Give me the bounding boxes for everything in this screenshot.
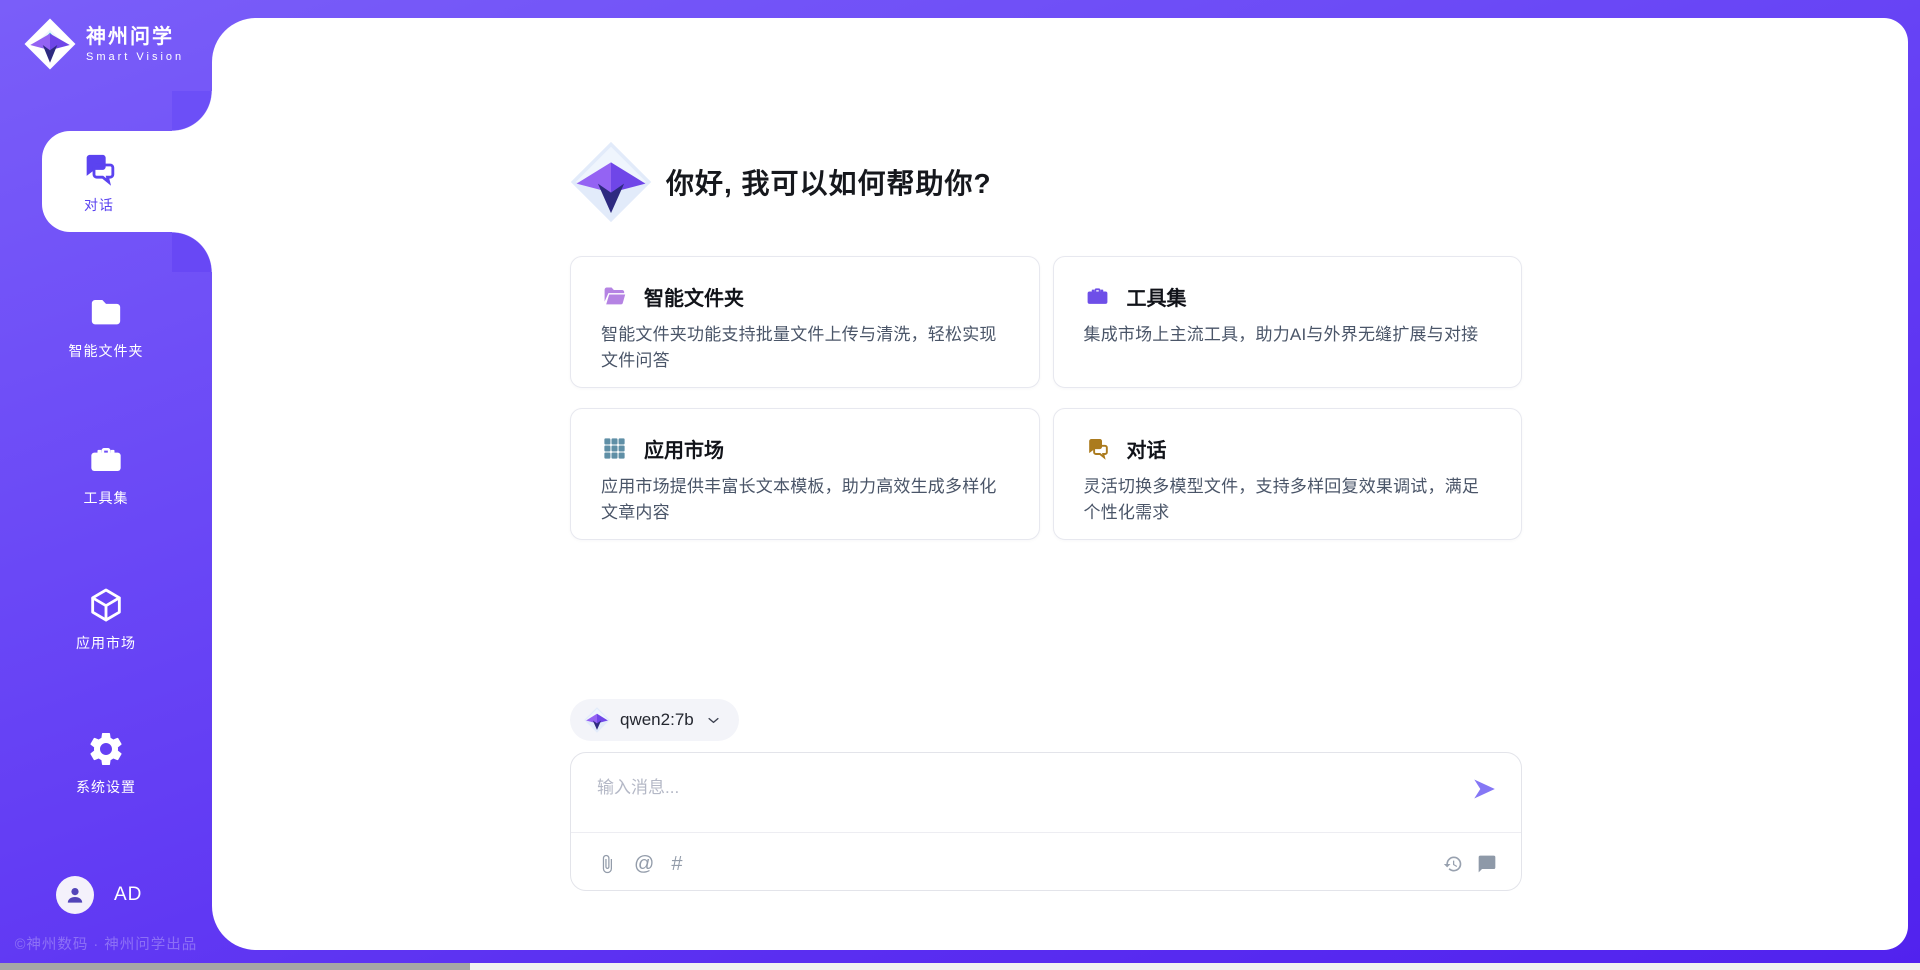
card-app-market[interactable]: 应用市场 应用市场提供丰富长文本模板，助力高效生成多样化文章内容 xyxy=(570,408,1040,540)
model-logo-icon xyxy=(584,707,610,733)
card-description: 集成市场上主流工具，助力AI与外界无缝扩展与对接 xyxy=(1084,322,1492,348)
sidebar-item-settings[interactable]: 系统设置 xyxy=(6,729,206,797)
avatar[interactable] xyxy=(56,876,94,914)
chat-bubbles-icon xyxy=(79,149,119,189)
model-name: qwen2:7b xyxy=(620,710,694,730)
sidebar-item-folders[interactable]: 智能文件夹 xyxy=(6,293,206,361)
sidebar-item-label: 智能文件夹 xyxy=(69,341,144,361)
sidebar-item-app-market[interactable]: 应用市场 xyxy=(6,585,206,653)
card-title: 工具集 xyxy=(1127,282,1187,311)
composer-section: qwen2:7b @ # xyxy=(570,699,1522,891)
sidebar-item-label: 对话 xyxy=(84,195,114,215)
message-input[interactable] xyxy=(597,773,1451,825)
cube-icon xyxy=(86,585,126,625)
at-icon[interactable]: @ xyxy=(634,854,654,874)
horizontal-scrollbar[interactable] xyxy=(0,963,1920,970)
input-divider xyxy=(571,832,1521,833)
sidebar-item-label: 工具集 xyxy=(84,488,129,508)
send-icon[interactable] xyxy=(1471,776,1497,802)
sidebar-item-label: 应用市场 xyxy=(76,633,136,653)
tab-notch-bottom xyxy=(172,232,212,272)
card-title: 智能文件夹 xyxy=(644,282,744,311)
chevron-down-icon xyxy=(706,713,721,728)
folder-icon xyxy=(86,293,126,333)
brand-diamond-logo xyxy=(570,141,652,223)
card-title: 应用市场 xyxy=(644,434,724,463)
chat-bubbles-icon xyxy=(1084,435,1111,462)
sidebar-item-chat-active[interactable]: 对话 xyxy=(42,131,214,232)
brand-diamond-icon xyxy=(24,18,76,70)
greeting-title: 你好, 我可以如何帮助你? xyxy=(666,162,992,202)
briefcase-icon xyxy=(1084,283,1111,310)
feature-cards: 智能文件夹 智能文件夹功能支持批量文件上传与清洗，轻松实现文件问答 工具集 集成… xyxy=(570,256,1522,540)
card-description: 应用市场提供丰富长文本模板，助力高效生成多样化文章内容 xyxy=(601,474,1009,525)
card-smart-folder[interactable]: 智能文件夹 智能文件夹功能支持批量文件上传与清洗，轻松实现文件问答 xyxy=(570,256,1040,388)
user-initials: AD xyxy=(114,884,142,906)
folder-open-icon xyxy=(601,283,628,310)
briefcase-icon xyxy=(86,440,126,480)
card-description: 灵活切换多模型文件，支持多样回复效果调试，满足个性化需求 xyxy=(1084,474,1492,525)
hash-icon[interactable]: # xyxy=(671,854,682,874)
person-icon xyxy=(63,883,87,907)
greeting-section: 你好, 我可以如何帮助你? xyxy=(570,18,1522,223)
paperclip-icon[interactable] xyxy=(597,854,617,874)
card-toolset[interactable]: 工具集 集成市场上主流工具，助力AI与外界无缝扩展与对接 xyxy=(1053,256,1523,388)
sidebar-footer: ©神州数码 · 神州问学出品 xyxy=(0,933,212,954)
app-title: 神州问学 xyxy=(86,26,184,48)
card-chat[interactable]: 对话 灵活切换多模型文件，支持多样回复效果调试，满足个性化需求 xyxy=(1053,408,1523,540)
message-input-card: @ # xyxy=(570,752,1522,891)
card-description: 智能文件夹功能支持批量文件上传与清洗，轻松实现文件问答 xyxy=(601,322,1009,373)
app-subtitle: Smart Vision xyxy=(86,51,184,63)
main-panel: 你好, 我可以如何帮助你? 智能文件夹 智能文件夹功能支持批量文件上传与清洗，轻… xyxy=(212,18,1908,950)
grid-icon xyxy=(601,435,628,462)
sidebar-item-toolset[interactable]: 工具集 xyxy=(6,440,206,508)
history-icon[interactable] xyxy=(1443,854,1463,874)
card-title: 对话 xyxy=(1127,434,1167,463)
tab-notch-top xyxy=(172,91,212,131)
model-selector[interactable]: qwen2:7b xyxy=(570,699,739,741)
scrollbar-thumb[interactable] xyxy=(0,963,470,970)
sidebar-item-label: 系统设置 xyxy=(76,777,136,797)
user-account[interactable]: AD xyxy=(56,876,142,914)
app-logo: 神州问学 Smart Vision xyxy=(24,18,184,70)
gear-icon xyxy=(86,729,126,769)
chat-filled-icon[interactable] xyxy=(1477,854,1497,874)
